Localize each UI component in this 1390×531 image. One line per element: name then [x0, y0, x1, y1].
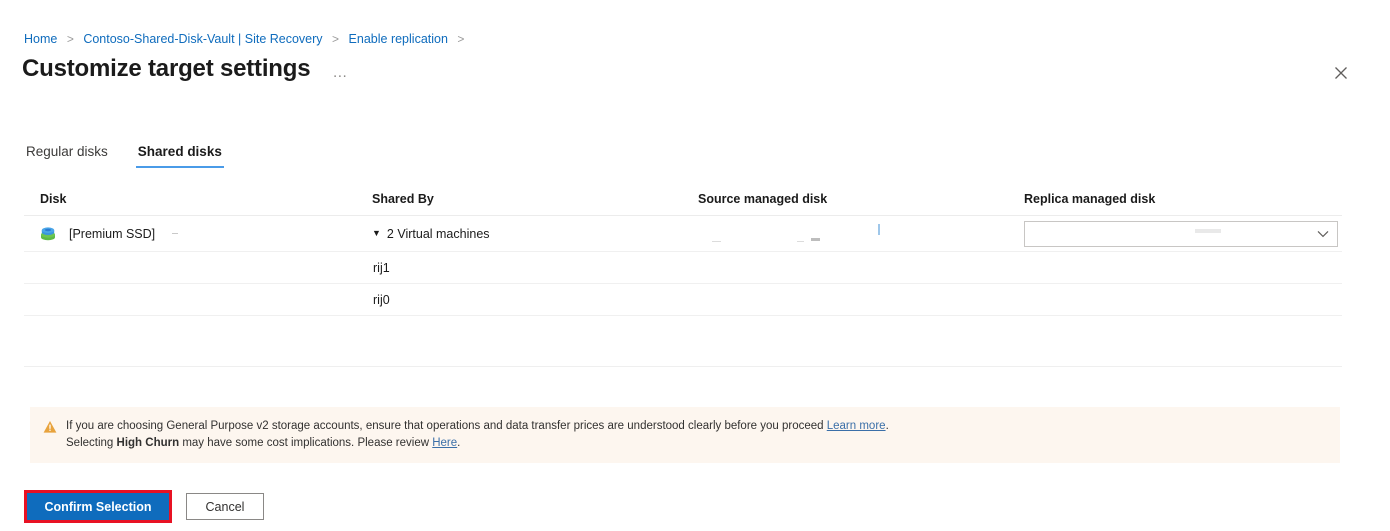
cell-source-managed-disk: [698, 223, 1024, 244]
shared-disks-table: Disk Shared By Source managed disk Repli…: [24, 188, 1342, 316]
shared-by-count-label: 2 Virtual machines: [386, 226, 490, 241]
confirm-selection-button[interactable]: Confirm Selection: [27, 493, 169, 520]
banner-line1-suffix: .: [885, 420, 889, 432]
breadcrumb-item-enable-replication[interactable]: Enable replication: [349, 32, 448, 46]
managed-disk-icon: [41, 226, 55, 240]
warning-icon: [43, 421, 57, 433]
replica-managed-disk-dropdown[interactable]: [1024, 220, 1338, 247]
redacted-mark: [712, 240, 721, 242]
column-header-disk: Disk: [40, 192, 67, 206]
close-icon[interactable]: [1330, 62, 1352, 84]
column-header-replica-managed-disk: Replica managed disk: [1024, 192, 1156, 206]
banner-line2-prefix: Selecting: [66, 437, 117, 449]
breadcrumb-item-vault[interactable]: Contoso-Shared-Disk-Vault | Site Recover…: [83, 32, 322, 46]
banner-line1-prefix: If you are choosing General Purpose v2 s…: [66, 420, 827, 432]
redacted-mark: [172, 233, 179, 234]
cell-shared-by: ▼ 2 Virtual machines: [372, 227, 698, 241]
table-header-row: Disk Shared By Source managed disk Repli…: [24, 188, 1342, 216]
banner-high-churn-emphasis: High Churn: [116, 437, 180, 449]
breadcrumb: Home > Contoso-Shared-Disk-Vault | Site …: [24, 31, 470, 47]
confirm-selection-highlight: Confirm Selection: [24, 490, 172, 523]
here-link[interactable]: Here: [432, 437, 457, 449]
overflow-menu-icon[interactable]: …: [328, 65, 353, 81]
caret-down-icon: ▼: [372, 228, 381, 238]
cost-warning-banner: If you are choosing General Purpose v2 s…: [30, 407, 1340, 463]
table-row[interactable]: rij0: [24, 284, 1342, 316]
column-header-shared-by: Shared By: [372, 192, 434, 206]
shared-by-expander[interactable]: ▼ 2 Virtual machines: [372, 227, 698, 241]
cell-disk: [Premium SSD]: [24, 224, 372, 244]
text-cursor: [878, 223, 880, 235]
tab-shared-disks[interactable]: Shared disks: [135, 143, 224, 168]
tab-regular-disks[interactable]: Regular disks: [24, 143, 110, 168]
banner-text: If you are choosing General Purpose v2 s…: [66, 418, 889, 452]
cell-shared-by: rij0: [373, 292, 390, 307]
breadcrumb-item-home[interactable]: Home: [24, 32, 57, 46]
redacted-mark: [797, 240, 804, 242]
column-header-source-managed-disk: Source managed disk: [698, 192, 828, 206]
table-row[interactable]: rij1: [24, 252, 1342, 284]
disk-type-tabs: Regular disks Shared disks: [24, 143, 224, 168]
breadcrumb-separator: >: [457, 32, 465, 46]
disk-name: [Premium SSD]: [69, 226, 156, 241]
page-title: Customize target settings: [22, 55, 311, 82]
cell-replica-managed-disk: [1024, 220, 1342, 247]
source-managed-disk-value: [698, 223, 1024, 244]
section-divider: [24, 366, 1342, 367]
banner-line2-mid: may have some cost implications. Please …: [179, 437, 433, 449]
redacted-mark: [1195, 228, 1221, 233]
banner-line2-suffix: .: [457, 437, 461, 449]
table-row[interactable]: [Premium SSD] ▼ 2 Virtual machines: [24, 216, 1342, 252]
cell-shared-by: rij1: [373, 260, 390, 275]
title-row: Customize target settings …: [22, 54, 353, 84]
customize-target-settings-blade: Home > Contoso-Shared-Disk-Vault | Site …: [0, 0, 1390, 531]
redacted-mark: [811, 237, 820, 241]
blade-footer: Confirm Selection Cancel: [24, 490, 264, 523]
chevron-down-icon: [1317, 230, 1329, 237]
cancel-button[interactable]: Cancel: [186, 493, 264, 520]
breadcrumb-separator: >: [332, 32, 340, 46]
breadcrumb-separator: >: [66, 32, 74, 46]
learn-more-link[interactable]: Learn more: [827, 420, 886, 432]
